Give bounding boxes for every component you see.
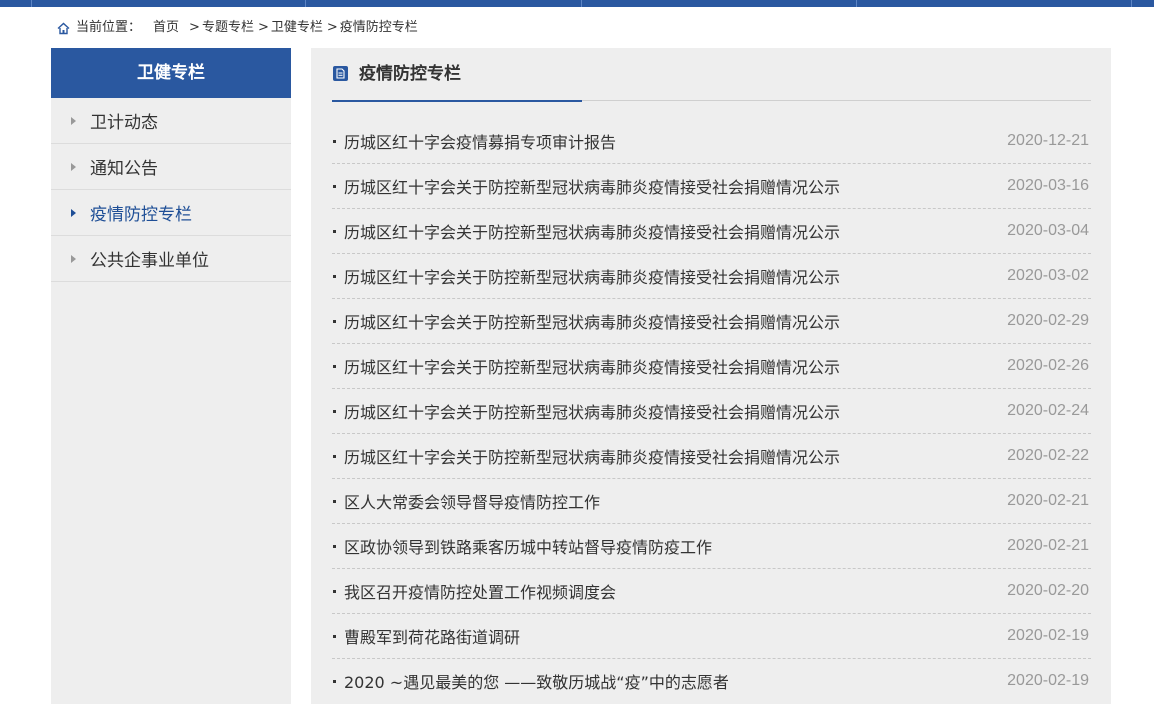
- bullet-icon: [333, 229, 336, 233]
- bullet-icon: [333, 319, 336, 323]
- bullet-icon: [333, 544, 336, 548]
- list-item[interactable]: 区政协领导到铁路乘客历城中转站督导疫情防疫工作 2020-02-21: [332, 524, 1091, 569]
- list-item[interactable]: 曹殿军到荷花路街道调研 2020-02-19: [332, 614, 1091, 659]
- bullet-icon: [333, 679, 336, 683]
- sidebar-item-label: 疫情防控专栏: [90, 205, 192, 225]
- top-nav-divider: [581, 0, 582, 7]
- news-title-link[interactable]: 历城区红十字会疫情募捐专项审计报告: [344, 129, 616, 153]
- news-date: 2020-03-04: [1007, 222, 1089, 239]
- sidebar-item-health-news[interactable]: 卫计动态: [51, 98, 291, 144]
- news-date: 2020-02-20: [1007, 582, 1089, 599]
- news-title-link[interactable]: 曹殿军到荷花路街道调研: [344, 624, 520, 648]
- news-date: 2020-02-24: [1007, 402, 1089, 419]
- news-title-link[interactable]: 区人大常委会领导督导疫情防控工作: [344, 489, 600, 513]
- breadcrumb: 当前位置： 首页 > 专题专栏 > 卫健专栏 > 疫情防控专栏: [57, 19, 418, 37]
- top-nav-divider: [856, 0, 857, 7]
- list-item[interactable]: 历城区红十字会关于防控新型冠状病毒肺炎疫情接受社会捐赠情况公示 2020-03-…: [332, 164, 1091, 209]
- breadcrumb-separator: >: [189, 20, 200, 35]
- top-nav-divider: [305, 0, 306, 7]
- top-nav-divider: [31, 0, 32, 7]
- sidebar-item-label: 卫计动态: [90, 113, 158, 133]
- sidebar-item-label: 通知公告: [90, 159, 158, 179]
- list-item[interactable]: 历城区红十字会关于防控新型冠状病毒肺炎疫情接受社会捐赠情况公示 2020-02-…: [332, 299, 1091, 344]
- bullet-icon: [333, 139, 336, 143]
- news-date: 2020-02-29: [1007, 312, 1089, 329]
- news-date: 2020-03-16: [1007, 177, 1089, 194]
- sidebar-item-public-institutions[interactable]: 公共企事业单位: [51, 236, 291, 282]
- bullet-icon: [333, 274, 336, 278]
- arrow-right-icon: [71, 116, 76, 125]
- breadcrumb-label: 当前位置：: [76, 20, 142, 35]
- news-date: 2020-02-22: [1007, 447, 1089, 464]
- list-item[interactable]: 历城区红十字会疫情募捐专项审计报告 2020-12-21: [332, 119, 1091, 164]
- document-icon: [333, 66, 348, 81]
- sidebar-item-notices[interactable]: 通知公告: [51, 144, 291, 190]
- arrow-right-icon: [71, 208, 76, 217]
- news-title-link[interactable]: 历城区红十字会关于防控新型冠状病毒肺炎疫情接受社会捐赠情况公示: [344, 354, 840, 378]
- bullet-icon: [333, 364, 336, 368]
- news-title-link[interactable]: 历城区红十字会关于防控新型冠状病毒肺炎疫情接受社会捐赠情况公示: [344, 444, 840, 468]
- list-item[interactable]: 区人大常委会领导督导疫情防控工作 2020-02-21: [332, 479, 1091, 524]
- arrow-right-icon: [71, 162, 76, 171]
- news-date: 2020-02-19: [1007, 627, 1089, 644]
- news-date: 2020-03-02: [1007, 267, 1089, 284]
- news-title-link[interactable]: 区政协领导到铁路乘客历城中转站督导疫情防疫工作: [344, 534, 712, 558]
- news-title-link[interactable]: 历城区红十字会关于防控新型冠状病毒肺炎疫情接受社会捐赠情况公示: [344, 219, 840, 243]
- news-title-link[interactable]: 2020 ~遇见最美的您 ——致敬历城战“疫”中的志愿者: [344, 669, 729, 693]
- section-title: 疫情防控专栏: [359, 64, 461, 84]
- news-list: 历城区红十字会疫情募捐专项审计报告 2020-12-21 历城区红十字会关于防控…: [332, 119, 1091, 703]
- bullet-icon: [333, 184, 336, 188]
- list-item[interactable]: 历城区红十字会关于防控新型冠状病毒肺炎疫情接受社会捐赠情况公示 2020-02-…: [332, 434, 1091, 479]
- main-panel: 疫情防控专栏 历城区红十字会疫情募捐专项审计报告 2020-12-21 历城区红…: [311, 48, 1111, 704]
- sidebar-item-epidemic-control[interactable]: 疫情防控专栏: [51, 190, 291, 236]
- news-title-link[interactable]: 历城区红十字会关于防控新型冠状病毒肺炎疫情接受社会捐赠情况公示: [344, 264, 840, 288]
- news-date: 2020-02-21: [1007, 537, 1089, 554]
- news-title-link[interactable]: 历城区红十字会关于防控新型冠状病毒肺炎疫情接受社会捐赠情况公示: [344, 309, 840, 333]
- bullet-icon: [333, 589, 336, 593]
- news-date: 2020-02-26: [1007, 357, 1089, 374]
- section-header: 疫情防控专栏: [332, 48, 1091, 102]
- list-item[interactable]: 历城区红十字会关于防控新型冠状病毒肺炎疫情接受社会捐赠情况公示 2020-02-…: [332, 389, 1091, 434]
- breadcrumb-topics-link[interactable]: 专题专栏: [202, 19, 254, 37]
- breadcrumb-separator: >: [257, 20, 269, 35]
- breadcrumb-separator: >: [326, 20, 338, 35]
- sidebar-title: 卫健专栏: [51, 48, 291, 98]
- breadcrumb-home-link[interactable]: 首页: [153, 19, 179, 37]
- list-item[interactable]: 历城区红十字会关于防控新型冠状病毒肺炎疫情接受社会捐赠情况公示 2020-03-…: [332, 254, 1091, 299]
- news-title-link[interactable]: 历城区红十字会关于防控新型冠状病毒肺炎疫情接受社会捐赠情况公示: [344, 399, 840, 423]
- section-title-underline: [332, 100, 582, 102]
- news-title-link[interactable]: 历城区红十字会关于防控新型冠状病毒肺炎疫情接受社会捐赠情况公示: [344, 174, 840, 198]
- list-item[interactable]: 我区召开疫情防控处置工作视频调度会 2020-02-20: [332, 569, 1091, 614]
- arrow-right-icon: [71, 254, 76, 263]
- news-date: 2020-02-19: [1007, 672, 1089, 689]
- breadcrumb-health-link[interactable]: 卫健专栏: [271, 19, 323, 37]
- bullet-icon: [333, 454, 336, 458]
- list-item[interactable]: 历城区红十字会关于防控新型冠状病毒肺炎疫情接受社会捐赠情况公示 2020-02-…: [332, 344, 1091, 389]
- news-title-link[interactable]: 我区召开疫情防控处置工作视频调度会: [344, 579, 616, 603]
- top-nav-divider: [1131, 0, 1132, 7]
- sidebar-item-label: 公共企事业单位: [90, 251, 209, 271]
- breadcrumb-current-link[interactable]: 疫情防控专栏: [340, 19, 418, 37]
- home-icon: [57, 22, 70, 34]
- list-item[interactable]: 2020 ~遇见最美的您 ——致敬历城战“疫”中的志愿者 2020-02-19: [332, 659, 1091, 703]
- top-nav-bar: [0, 0, 1154, 7]
- bullet-icon: [333, 499, 336, 503]
- sidebar: 卫健专栏 卫计动态 通知公告 疫情防控专栏 公共企事业单位: [51, 48, 291, 704]
- list-item[interactable]: 历城区红十字会关于防控新型冠状病毒肺炎疫情接受社会捐赠情况公示 2020-03-…: [332, 209, 1091, 254]
- bullet-icon: [333, 409, 336, 413]
- news-date: 2020-02-21: [1007, 492, 1089, 509]
- bullet-icon: [333, 634, 336, 638]
- news-date: 2020-12-21: [1007, 132, 1089, 149]
